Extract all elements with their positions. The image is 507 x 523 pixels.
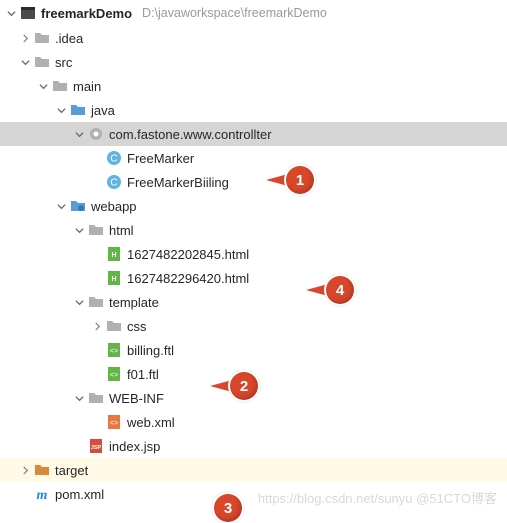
tree-label: template	[109, 295, 159, 310]
svg-text:C: C	[110, 154, 117, 165]
tree-row-target[interactable]: target	[0, 458, 507, 482]
chevron-down-icon[interactable]	[36, 79, 50, 93]
tree-label: html	[109, 223, 134, 238]
tree-label: FreeMarkerBiiling	[127, 175, 229, 190]
annotation-badge-2: 2	[230, 372, 258, 400]
tree-row-java[interactable]: java	[0, 98, 507, 122]
svg-text:<>: <>	[110, 420, 118, 427]
tree-label: java	[91, 103, 115, 118]
tree-label: WEB-INF	[109, 391, 164, 406]
tree-row-class[interactable]: C FreeMarker	[0, 146, 507, 170]
maven-file-icon: m	[34, 486, 50, 502]
project-icon	[20, 5, 36, 21]
tree-label: com.fastone.www.controllter	[109, 127, 272, 142]
ftl-file-icon: <>	[106, 342, 122, 358]
tree-label: billing.ftl	[127, 343, 174, 358]
xml-file-icon: <>	[106, 414, 122, 430]
folder-icon	[106, 318, 122, 334]
tree-row-package[interactable]: com.fastone.www.controllter	[0, 122, 507, 146]
tree-label: css	[127, 319, 147, 334]
annotation-arrow	[306, 284, 328, 296]
chevron-down-icon[interactable]	[72, 391, 86, 405]
svg-text:<>: <>	[110, 372, 118, 379]
chevron-right-icon[interactable]	[90, 319, 104, 333]
tree-row-main[interactable]: main	[0, 74, 507, 98]
tree-row-webxml[interactable]: <> web.xml	[0, 410, 507, 434]
source-folder-icon	[70, 102, 86, 118]
tree-row-html-file[interactable]: H 1627482296420.html	[0, 266, 507, 290]
chevron-down-icon[interactable]	[18, 55, 32, 69]
package-icon	[88, 126, 104, 142]
chevron-right-icon[interactable]	[18, 31, 32, 45]
jsp-file-icon: JSP	[88, 438, 104, 454]
tree-label: target	[55, 463, 88, 478]
tree-row-html-folder[interactable]: html	[0, 218, 507, 242]
svg-text:m: m	[37, 488, 48, 502]
watermark: https://blog.csdn.net/sunyu @51CTO博客	[258, 488, 497, 507]
folder-icon	[34, 30, 50, 46]
tree-row-src[interactable]: src	[0, 50, 507, 74]
tree-row-ftl-file[interactable]: <> billing.ftl	[0, 338, 507, 362]
annotation-badge-4: 4	[326, 276, 354, 304]
project-path: D:\javaworkspace\freemarkDemo	[142, 6, 327, 20]
svg-text:JSP: JSP	[91, 445, 102, 451]
class-icon: C	[106, 150, 122, 166]
html-file-icon: H	[106, 270, 122, 286]
annotation-arrow	[210, 380, 232, 392]
svg-text:<>: <>	[110, 348, 118, 355]
folder-icon	[34, 54, 50, 70]
tree-label: main	[73, 79, 101, 94]
class-icon: C	[106, 174, 122, 190]
project-name: freemarkDemo	[41, 6, 132, 21]
annotation-arrow	[266, 174, 288, 186]
tree-row-webapp[interactable]: webapp	[0, 194, 507, 218]
chevron-down-icon[interactable]	[4, 6, 18, 20]
chevron-down-icon[interactable]	[54, 199, 68, 213]
chevron-down-icon[interactable]	[72, 295, 86, 309]
tree-row-idea[interactable]: .idea	[0, 26, 507, 50]
tree-row-html-file[interactable]: H 1627482202845.html	[0, 242, 507, 266]
folder-icon	[88, 222, 104, 238]
tree-row-css[interactable]: css	[0, 314, 507, 338]
chevron-right-icon[interactable]	[18, 463, 32, 477]
tree-label: index.jsp	[109, 439, 160, 454]
tree-label: .idea	[55, 31, 83, 46]
tree-label: f01.ftl	[127, 367, 159, 382]
tree-label: web.xml	[127, 415, 175, 430]
folder-icon	[88, 294, 104, 310]
chevron-down-icon[interactable]	[72, 223, 86, 237]
folder-icon	[88, 390, 104, 406]
tree-row-jsp[interactable]: JSP index.jsp	[0, 434, 507, 458]
tree-label: 1627482202845.html	[127, 247, 249, 262]
tree-label: webapp	[91, 199, 137, 214]
chevron-down-icon[interactable]	[54, 103, 68, 117]
tree-row-class[interactable]: C FreeMarkerBiiling	[0, 170, 507, 194]
chevron-down-icon[interactable]	[72, 127, 86, 141]
svg-text:C: C	[110, 178, 117, 189]
html-file-icon: H	[106, 246, 122, 262]
project-tree[interactable]: freemarkDemo D:\javaworkspace\freemarkDe…	[0, 0, 507, 506]
svg-text:H: H	[111, 276, 116, 283]
tree-label: src	[55, 55, 72, 70]
tree-label: 1627482296420.html	[127, 271, 249, 286]
project-root-row[interactable]: freemarkDemo D:\javaworkspace\freemarkDe…	[0, 0, 507, 26]
folder-icon	[52, 78, 68, 94]
annotation-badge-3: 3	[214, 494, 242, 522]
excluded-folder-icon	[34, 462, 50, 478]
annotation-badge-1: 1	[286, 166, 314, 194]
tree-row-template[interactable]: template	[0, 290, 507, 314]
svg-text:H: H	[111, 252, 116, 259]
web-folder-icon	[70, 198, 86, 214]
tree-label: pom.xml	[55, 487, 104, 502]
ftl-file-icon: <>	[106, 366, 122, 382]
tree-label: FreeMarker	[127, 151, 194, 166]
